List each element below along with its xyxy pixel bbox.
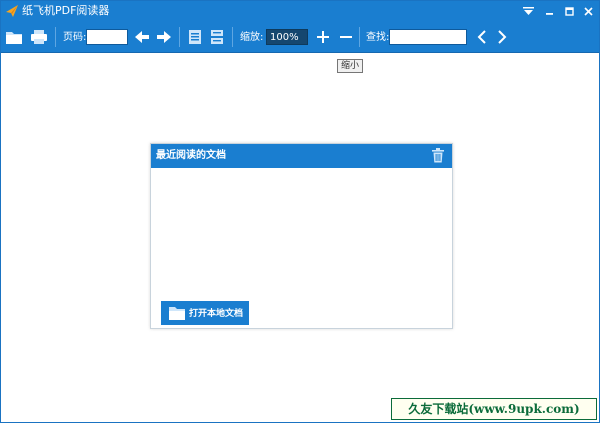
next-page-icon[interactable] <box>156 29 172 45</box>
search-input[interactable] <box>389 29 467 45</box>
open-local-document-button[interactable]: 打开本地文档 <box>161 301 249 325</box>
print-icon[interactable] <box>30 29 48 45</box>
open-folder-icon[interactable] <box>5 29 23 45</box>
page-number-input[interactable] <box>86 29 128 45</box>
title-bar: 纸飞机PDF阅读器 <box>1 1 599 21</box>
window-title: 纸飞机PDF阅读器 <box>22 4 110 17</box>
recent-panel-header: 最近阅读的文档 <box>151 144 452 168</box>
toolbar-separator <box>55 27 56 47</box>
toolbar: 页码: 缩放: 查找: <box>1 21 599 53</box>
minimize-icon <box>545 12 553 15</box>
app-window: 纸飞机PDF阅读器 页码: 缩放: 100% 查找: 缩小 最近阅读的文档 打开… <box>0 0 600 423</box>
maximize-button[interactable] <box>560 3 578 19</box>
recent-panel-title: 最近阅读的文档 <box>156 150 226 161</box>
trash-icon[interactable] <box>432 148 444 163</box>
menu-dropdown-icon <box>522 6 534 15</box>
search-prev-icon[interactable] <box>476 29 488 45</box>
zoom-in-icon[interactable] <box>316 30 330 44</box>
double-page-icon[interactable] <box>210 29 224 45</box>
search-label: 查找: <box>366 32 390 43</box>
close-icon <box>583 6 593 16</box>
minimize-button[interactable] <box>540 3 558 19</box>
page-label: 页码: <box>63 32 87 43</box>
single-page-icon[interactable] <box>188 29 202 45</box>
toolbar-separator <box>179 27 180 47</box>
toolbar-separator <box>359 27 360 47</box>
open-local-document-label: 打开本地文档 <box>189 308 244 318</box>
zoom-input[interactable] <box>266 29 308 45</box>
toolbar-separator <box>232 27 233 47</box>
search-next-icon[interactable] <box>496 29 508 45</box>
app-plane-icon <box>6 5 18 17</box>
menu-dropdown-button[interactable] <box>519 3 537 19</box>
recent-documents-panel: 最近阅读的文档 打开本地文档 <box>150 143 453 329</box>
zoom-label: 缩放: <box>240 32 264 43</box>
folder-icon <box>169 307 185 320</box>
site-watermark: 久友下载站(www.9upk.com) <box>391 398 597 420</box>
maximize-icon <box>564 6 574 16</box>
close-button[interactable] <box>579 3 597 19</box>
zoom-out-tooltip: 缩小 <box>337 59 364 73</box>
prev-page-icon[interactable] <box>134 29 150 45</box>
zoom-out-icon[interactable] <box>339 30 353 44</box>
